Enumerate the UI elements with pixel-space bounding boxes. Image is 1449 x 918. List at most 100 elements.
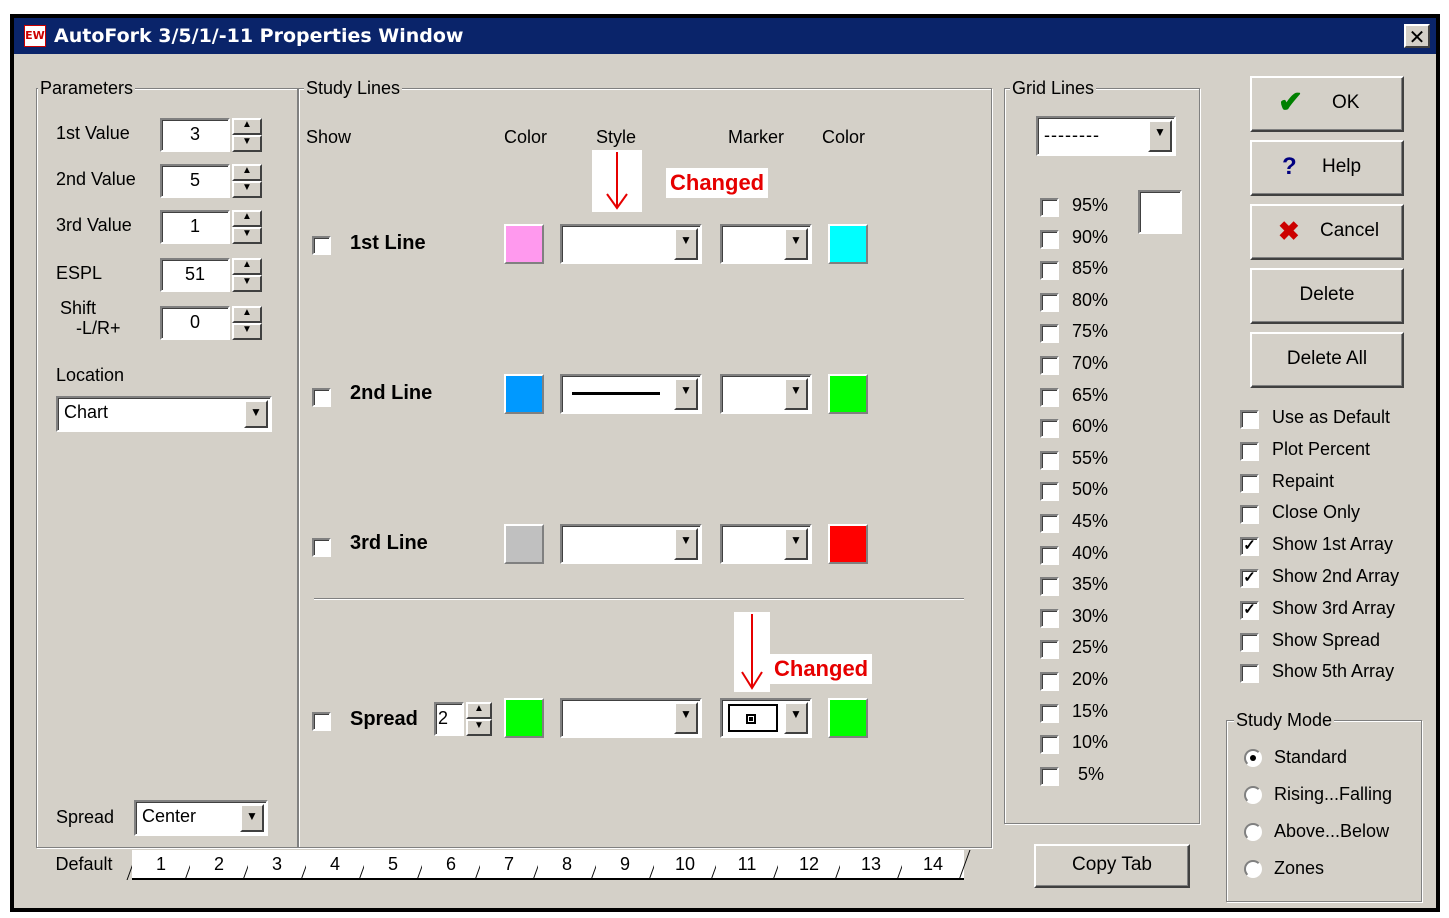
spin-down-icon[interactable]: ▼ [466,719,492,736]
spin-down-icon[interactable]: ▼ [232,227,262,244]
chevron-down-icon[interactable]: ▼ [674,378,698,410]
option-checkbox[interactable]: ✓ [1240,569,1259,588]
option-checkbox[interactable] [1240,473,1259,493]
location-select[interactable]: Chart ▼ [56,396,272,432]
title-bar[interactable]: EW AutoFork 3/5/1/-11 Properties Window … [14,18,1436,54]
tab-3[interactable]: 3 [248,850,306,880]
tab-10[interactable]: 10 [654,850,716,880]
spin-up-icon[interactable]: ▲ [232,258,262,275]
line2-style-select[interactable]: ▼ [560,374,702,414]
tab-8[interactable]: 8 [538,850,596,880]
grid-percent-checkbox[interactable] [1040,292,1059,312]
ok-button[interactable]: ✔ OK [1250,76,1404,132]
line3-marker-select[interactable]: ▼ [720,524,812,564]
grid-percent-checkbox[interactable] [1040,482,1059,502]
line2-marker-select[interactable]: ▼ [720,374,812,414]
grid-percent-checkbox[interactable] [1040,735,1059,755]
espl-input[interactable]: 51 [160,258,230,292]
shift-input[interactable]: 0 [160,306,230,340]
spread-color-swatch[interactable] [504,698,544,738]
line2-color-swatch[interactable] [504,374,544,414]
chevron-down-icon[interactable]: ▼ [784,702,808,734]
spin-down-icon[interactable]: ▼ [232,323,262,340]
grid-percent-checkbox[interactable] [1040,608,1059,628]
line3-style-select[interactable]: ▼ [560,524,702,564]
grid-percent-checkbox[interactable] [1040,514,1059,533]
grid-percent-checkbox[interactable] [1040,766,1059,786]
tab-5[interactable]: 5 [364,850,422,880]
grid-style-select[interactable]: -------- ▼ [1036,116,1176,156]
option-checkbox[interactable] [1240,441,1259,461]
grid-color-swatch[interactable] [1138,190,1182,234]
option-checkbox[interactable]: ✓ [1240,537,1259,557]
tab-7[interactable]: 7 [480,850,538,880]
line3-show-checkbox[interactable] [312,538,331,557]
chevron-down-icon[interactable]: ▼ [784,528,808,560]
study-mode-radio[interactable] [1244,823,1262,841]
line2-marker-color-swatch[interactable] [828,374,868,414]
second-value-spinner[interactable]: ▲ ▼ [232,164,262,198]
tab-default[interactable]: Default [36,850,132,880]
grid-percent-checkbox[interactable] [1040,672,1059,691]
third-value-input[interactable]: 1 [160,210,230,244]
spread-width-spinner[interactable]: ▲ ▼ [466,702,492,736]
line1-show-checkbox[interactable] [312,236,331,255]
chevron-down-icon[interactable]: ▼ [674,528,698,560]
copy-tab-button[interactable]: Copy Tab [1034,844,1190,888]
line1-marker-select[interactable]: ▼ [720,224,812,264]
line1-style-select[interactable]: ▼ [560,224,702,264]
tab-2[interactable]: 2 [190,850,248,880]
option-checkbox[interactable] [1240,505,1259,525]
grid-percent-checkbox[interactable] [1040,450,1059,470]
grid-percent-checkbox[interactable] [1040,198,1059,217]
option-checkbox[interactable] [1240,632,1259,652]
tab-9[interactable]: 9 [596,850,654,880]
spin-up-icon[interactable]: ▲ [232,306,262,323]
tab-14[interactable]: 14 [902,850,964,880]
grid-percent-checkbox[interactable] [1040,356,1059,375]
grid-percent-checkbox[interactable] [1040,229,1059,249]
option-checkbox[interactable]: ✓ [1240,600,1259,620]
grid-percent-checkbox[interactable] [1040,703,1059,723]
line2-show-checkbox[interactable] [312,388,331,407]
chevron-down-icon[interactable]: ▼ [674,702,698,734]
tab-11[interactable]: 11 [716,850,778,880]
grid-percent-checkbox[interactable] [1040,419,1059,439]
chevron-down-icon[interactable]: ▼ [1148,120,1172,152]
spin-up-icon[interactable]: ▲ [232,118,262,135]
shift-spinner[interactable]: ▲ ▼ [232,306,262,340]
tab-13[interactable]: 13 [840,850,902,880]
first-value-spinner[interactable]: ▲ ▼ [232,118,262,152]
line3-color-swatch[interactable] [504,524,544,564]
grid-percent-checkbox[interactable] [1040,387,1059,407]
spread-select[interactable]: Center ▼ [134,800,268,836]
option-checkbox[interactable] [1240,664,1259,684]
chevron-down-icon[interactable]: ▼ [674,228,698,260]
line1-marker-color-swatch[interactable] [828,224,868,264]
spread-show-checkbox[interactable] [312,712,331,731]
first-value-input[interactable]: 3 [160,118,230,152]
grid-percent-checkbox[interactable] [1040,324,1059,344]
spin-down-icon[interactable]: ▼ [232,275,262,292]
tab-6[interactable]: 6 [422,850,480,880]
spread-width-input[interactable]: 2 [434,702,464,736]
spin-up-icon[interactable]: ▲ [232,210,262,227]
tab-4[interactable]: 4 [306,850,364,880]
delete-all-button[interactable]: Delete All [1250,332,1404,388]
tab-12[interactable]: 12 [778,850,840,880]
chevron-down-icon[interactable]: ▼ [784,378,808,410]
tab-1[interactable]: 1 [132,850,190,880]
espl-spinner[interactable]: ▲ ▼ [232,258,262,292]
study-mode-radio[interactable] [1244,860,1262,878]
help-button[interactable]: ? Help [1250,140,1404,196]
spin-up-icon[interactable]: ▲ [466,702,492,719]
option-checkbox[interactable] [1240,410,1259,429]
third-value-spinner[interactable]: ▲ ▼ [232,210,262,244]
study-mode-radio[interactable] [1244,786,1262,804]
spin-down-icon[interactable]: ▼ [232,181,262,198]
chevron-down-icon[interactable]: ▼ [784,228,808,260]
line1-color-swatch[interactable] [504,224,544,264]
cancel-button[interactable]: ✖ Cancel [1250,204,1404,260]
grid-percent-checkbox[interactable] [1040,545,1059,565]
spin-down-icon[interactable]: ▼ [232,135,262,152]
